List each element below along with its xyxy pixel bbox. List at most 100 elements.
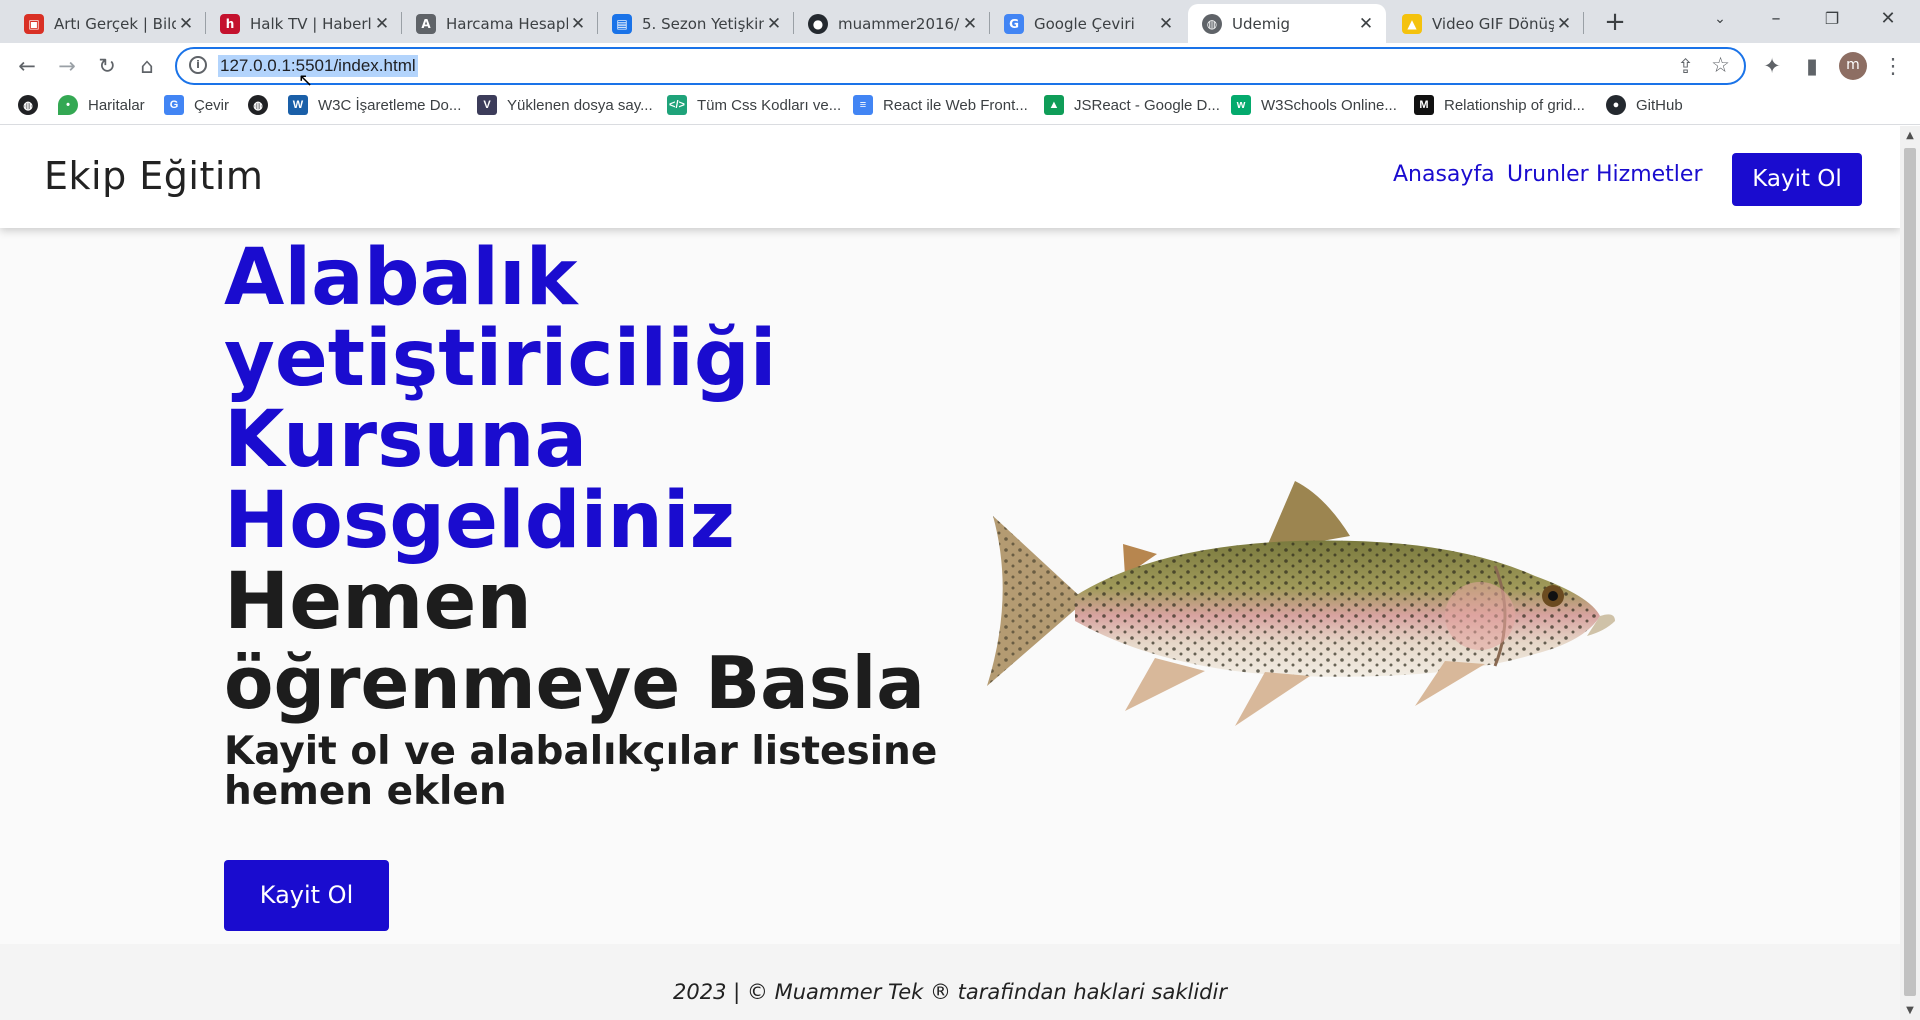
page-scrollbar[interactable]: ▲ ▼ [1900,126,1920,1020]
classroom-icon: ▤ [612,13,632,34]
document-icon: ▣ [24,13,44,34]
tab-arti-gercek[interactable]: ▣ Artı Gerçek | Bildi ✕ [10,4,206,43]
globe-icon: ◍ [18,95,38,115]
profile-avatar[interactable]: m [1839,52,1867,80]
close-icon[interactable]: ✕ [1156,14,1176,34]
w3c-icon: W [288,95,308,115]
nav-anasayfa[interactable]: Anasayfa [1393,162,1495,187]
hero-title-line: öğrenmeye Basla [224,641,925,725]
bookmark-css-kodlari[interactable]: </> Tüm Css Kodları ve... [667,95,841,115]
tab-title: Udemig [1232,14,1291,33]
bookmark-github[interactable]: ● GitHub [1606,95,1683,115]
header-signup-button[interactable]: Kayit Ol [1732,153,1862,206]
bookmark-globe-2[interactable]: ◍ [248,95,278,115]
browser-tab-strip: ▣ Artı Gerçek | Bildi ✕ h Halk TV | Habe… [0,0,1920,43]
tab-title: 5. Sezon Yetişkin [642,14,764,33]
w3schools-icon: w [1231,95,1251,115]
extensions-icon[interactable]: ✦ [1757,51,1787,81]
bookmark-relationship-grid[interactable]: M Relationship of grid... [1414,95,1585,115]
bookmark-yuklenen[interactable]: V Yüklenen dosya say... [477,95,653,115]
new-tab-button[interactable]: + [1598,6,1632,40]
hero-title-line: yetiştiriciliği [224,314,777,404]
tab-title: Harcama Hesapla [446,14,568,33]
forward-icon[interactable]: → [52,51,82,81]
site-header: Ekip Eğitim Anasayfa Urunler Hizmetler K… [0,126,1900,228]
bookmark-star-icon[interactable]: ☆ [1711,53,1730,77]
tab-title: Google Çeviri [1034,14,1135,33]
nav-urunler[interactable]: Urunler [1507,162,1589,187]
scroll-down-icon[interactable]: ▼ [1900,1005,1920,1016]
minimize-button[interactable]: – [1748,0,1804,40]
restore-button[interactable]: ❐ [1804,0,1860,40]
scrollbar-thumb[interactable] [1904,148,1916,996]
close-window-button[interactable]: ✕ [1860,0,1916,40]
tab-sezon[interactable]: ▤ 5. Sezon Yetişkin ✕ [598,4,794,43]
tab-github[interactable]: ● muammer2016/S ✕ [794,4,990,43]
tab-udemig[interactable]: ◍ Udemig ✕ [1188,4,1386,43]
close-icon[interactable]: ✕ [1554,14,1574,34]
bookmark-w3c[interactable]: W W3C İşaretleme Do... [288,95,461,115]
tab-title: Halk TV | Haberle [250,14,372,33]
hero-title-line: Alabalık [224,233,578,323]
close-icon[interactable]: ✕ [960,14,980,34]
bookmark-cevir[interactable]: G Çevir [164,95,229,115]
reload-icon[interactable]: ↻ [92,51,122,81]
code-icon: </> [667,95,687,115]
menu-icon[interactable]: ⋮ [1878,51,1908,81]
bookmark-label: W3C İşaretleme Do... [318,96,462,114]
tab-halk-tv[interactable]: h Halk TV | Haberle ✕ [206,4,402,43]
hero-signup-button[interactable]: Kayit Ol [224,860,389,931]
bookmark-label: Çevir [194,96,230,114]
back-icon[interactable]: ← [12,51,42,81]
hero-title-line: Hemen [224,557,532,647]
drive-icon: ▲ [1044,95,1064,115]
tab-google-ceviri[interactable]: G Google Çeviri ✕ [990,4,1186,43]
hero-title: Alabalık yetiştiriciliği Kursuna Hosgeld… [224,238,984,724]
footer-copyright: 2023 | © Muammer Tek ® tarafindan haklar… [673,980,1227,1004]
bookmark-w3schools[interactable]: w W3Schools Online... [1231,95,1397,115]
address-text[interactable]: 127.0.0.1:5501/index.html [218,55,418,77]
address-bar[interactable]: i 127.0.0.1:5501/index.html ⇪ ☆ [175,47,1746,85]
scroll-up-icon[interactable]: ▲ [1900,130,1920,141]
bookmark-label: Tüm Css Kodları ve... [697,96,842,114]
home-icon[interactable]: ⌂ [132,51,162,81]
maps-icon: • [58,95,78,115]
site-info-icon[interactable]: i [189,56,207,74]
fish-pelvic-fin [1125,658,1205,711]
share-icon[interactable]: ⇪ [1677,54,1694,78]
close-icon[interactable]: ✕ [1356,14,1376,34]
site-brand[interactable]: Ekip Eğitim [44,154,263,198]
bookmarks-bar: ◍ • Haritalar G Çevir ◍ W W3C İşaretleme Do… [0,88,1920,125]
bookmark-label: JSReact - Google D... [1074,96,1220,114]
gif-icon: ▲ [1402,13,1422,34]
bookmark-label: Haritalar [88,96,145,114]
bookmark-label: W3Schools Online... [1261,96,1397,114]
mouse-cursor-icon: ↖ [298,70,314,91]
bookmark-globe-1[interactable]: ◍ [18,95,48,115]
hero-title-line: Hosgeldiniz [224,476,735,566]
site-footer: 2023 | © Muammer Tek ® tarafindan haklar… [0,944,1900,1020]
side-panel-icon[interactable]: ▮ [1797,51,1827,81]
close-icon[interactable]: ✕ [176,14,196,34]
bookmark-label: GitHub [1636,96,1683,114]
tab-title: muammer2016/S [838,14,960,33]
close-icon[interactable]: ✕ [568,14,588,34]
tab-harcama[interactable]: A Harcama Hesapla ✕ [402,4,598,43]
upload-icon: V [477,95,497,115]
generic-icon: A [416,13,436,34]
web-page: Ekip Eğitim Anasayfa Urunler Hizmetler K… [0,126,1900,1020]
close-icon[interactable]: ✕ [372,14,392,34]
bookmark-haritalar[interactable]: • Haritalar [58,95,145,115]
close-icon[interactable]: ✕ [764,14,784,34]
site-nav: Urunler [1507,162,1589,187]
docs-icon: ≡ [853,95,873,115]
tab-search-icon[interactable]: ⌄ [1692,0,1748,40]
tab-video-gif[interactable]: ▲ Video GIF Dönüş ✕ [1388,4,1584,43]
github-icon: ● [1606,95,1626,115]
github-icon: ● [808,13,828,34]
site-nav: Anasayfa [1393,162,1495,187]
bookmark-react[interactable]: ≡ React ile Web Front... [853,95,1028,115]
nav-hizmetler[interactable]: Hizmetler [1596,162,1703,187]
bookmark-jsreact[interactable]: ▲ JSReact - Google D... [1044,95,1220,115]
bookmark-label: React ile Web Front... [883,96,1028,114]
